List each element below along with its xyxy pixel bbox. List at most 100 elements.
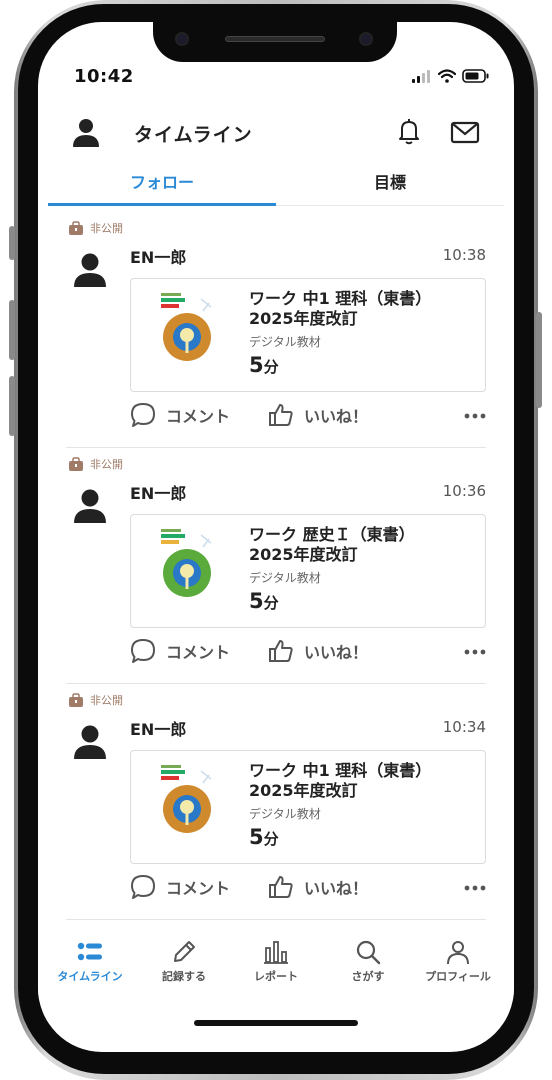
more-options-icon[interactable] — [464, 404, 486, 428]
book-title: ワーク 中1 理科（東書） 2025年度改訂 — [249, 289, 479, 329]
bell-icon[interactable] — [394, 116, 424, 146]
study-record-card[interactable]: ワーク 歴史Ｉ（東書） 2025年度改訂 デジタル教材 5分 — [130, 514, 486, 628]
comment-label: コメント — [166, 879, 231, 898]
nav-label-timeline: タイムライン — [57, 970, 123, 983]
comment-button[interactable]: コメント — [130, 402, 230, 428]
user-name[interactable]: EN一郎 — [130, 480, 186, 504]
status-icons — [412, 68, 490, 84]
timeline-post: 非公開 EN一郎 10:36 ワーク 歴史Ｉ（東書） 2025年度改訂 デジタル… — [66, 448, 486, 684]
book-title-line1: ワーク 中1 理科（東書） — [249, 761, 432, 780]
mail-icon[interactable] — [450, 118, 480, 146]
book-title-line2: 2025年度改訂 — [249, 781, 358, 800]
nav-profile[interactable]: プロフィール — [410, 938, 506, 984]
tab-follow[interactable]: フォロー — [48, 170, 276, 206]
privacy-text: 非公開 — [90, 694, 123, 707]
like-button[interactable]: いいね！ — [268, 402, 368, 428]
user-icon[interactable] — [70, 116, 102, 148]
user-name[interactable]: EN一郎 — [130, 244, 186, 268]
book-title-line1: ワーク 中1 理科（東書） — [249, 289, 432, 308]
book-type: デジタル教材 — [249, 807, 321, 821]
lock-bag-icon — [69, 221, 83, 235]
profile-icon — [447, 941, 469, 965]
study-record-card[interactable]: ワーク 中1 理科（東書） 2025年度改訂 デジタル教材 5分 — [130, 278, 486, 392]
timeline-feed[interactable]: 非公開 EN一郎 10:38 ワーク 中1 理科（東書） 2025年度改訂 デジ… — [38, 212, 514, 924]
duration-value: 5 — [249, 825, 264, 849]
tab-goal[interactable]: 目標 — [276, 170, 504, 206]
book-title-line1: ワーク 歴史Ｉ（東書） — [249, 525, 415, 544]
page-title: タイムライン — [134, 124, 253, 146]
book-cover-image — [159, 761, 217, 841]
book-title-line2: 2025年度改訂 — [249, 309, 358, 328]
comment-icon — [131, 639, 155, 663]
signal-icon — [412, 70, 430, 83]
power-button — [536, 312, 542, 408]
tab-bar: フォロー 目標 — [48, 170, 504, 206]
nav-timeline[interactable]: タイムライン — [42, 938, 138, 984]
duration-unit: 分 — [263, 594, 279, 612]
study-record-card[interactable]: ワーク 中1 理科（東書） 2025年度改訂 デジタル教材 5分 — [130, 750, 486, 864]
home-indicator[interactable] — [194, 1020, 358, 1026]
book-cover-image — [159, 525, 217, 605]
user-avatar-icon[interactable] — [72, 722, 108, 760]
post-time: 10:38 — [442, 246, 486, 264]
nav-label-search: さがす — [351, 970, 385, 983]
wifi-icon — [438, 69, 456, 83]
app-header: タイムライン — [38, 110, 514, 160]
user-name[interactable]: EN一郎 — [130, 716, 186, 740]
camera-icon — [175, 32, 189, 46]
nav-label-record: 記録する — [162, 970, 206, 983]
nav-search[interactable]: さがす — [320, 938, 416, 984]
comment-button[interactable]: コメント — [130, 874, 230, 900]
app-screen: 10:42 タイムライン フォロー 目標 非公開 EN一郎 10:38 ワーク … — [38, 22, 514, 1052]
search-icon — [356, 940, 381, 965]
post-actions: コメント いいね！ — [130, 638, 486, 668]
lock-bag-icon — [69, 693, 83, 707]
book-cover-image — [159, 289, 217, 369]
thumbs-up-icon — [269, 876, 293, 898]
privacy-label: 非公開 — [68, 456, 123, 472]
like-button[interactable]: いいね！ — [268, 874, 368, 900]
book-title-line2: 2025年度改訂 — [249, 545, 358, 564]
more-options-icon[interactable] — [464, 876, 486, 900]
nav-record[interactable]: 記録する — [136, 938, 232, 984]
comment-icon — [131, 403, 155, 427]
comment-label: コメント — [166, 643, 231, 662]
comment-icon — [131, 875, 155, 899]
sensor-icon — [359, 32, 373, 46]
nav-report[interactable]: レポート — [228, 938, 324, 984]
privacy-text: 非公開 — [90, 222, 123, 235]
user-avatar-icon[interactable] — [72, 486, 108, 524]
thumbs-up-icon — [269, 640, 293, 662]
study-duration: 5分 — [249, 825, 279, 849]
duration-value: 5 — [249, 589, 264, 613]
comment-button[interactable]: コメント — [130, 638, 230, 664]
book-type: デジタル教材 — [249, 571, 321, 585]
nav-label-profile: プロフィール — [425, 970, 491, 983]
post-time: 10:36 — [442, 482, 486, 500]
duration-unit: 分 — [263, 358, 279, 376]
book-title: ワーク 歴史Ｉ（東書） 2025年度改訂 — [249, 525, 479, 565]
nav-label-report: レポート — [254, 970, 298, 983]
user-avatar-icon[interactable] — [72, 250, 108, 288]
volume-down-button — [9, 376, 15, 436]
like-button[interactable]: いいね！ — [268, 638, 368, 664]
bottom-navigation: タイムライン 記録する レポート さがす プロフィール — [38, 934, 514, 1000]
more-options-icon[interactable] — [464, 640, 486, 664]
privacy-text: 非公開 — [90, 458, 123, 471]
timeline-post: 非公開 EN一郎 10:34 ワーク 中1 理科（東書） 2025年度改訂 デジ… — [66, 684, 486, 920]
book-title: ワーク 中1 理科（東書） 2025年度改訂 — [249, 761, 479, 801]
status-time: 10:42 — [74, 66, 134, 87]
lock-bag-icon — [69, 457, 83, 471]
study-duration: 5分 — [249, 353, 279, 377]
post-actions: コメント いいね！ — [130, 402, 486, 432]
notch — [153, 22, 397, 62]
study-duration: 5分 — [249, 589, 279, 613]
like-label: いいね！ — [304, 407, 369, 426]
privacy-label: 非公開 — [68, 220, 123, 236]
duration-value: 5 — [249, 353, 264, 377]
comment-label: コメント — [166, 407, 231, 426]
book-type: デジタル教材 — [249, 335, 321, 349]
like-label: いいね！ — [304, 643, 369, 662]
bar-chart-icon — [264, 941, 288, 964]
thumbs-up-icon — [269, 404, 293, 426]
